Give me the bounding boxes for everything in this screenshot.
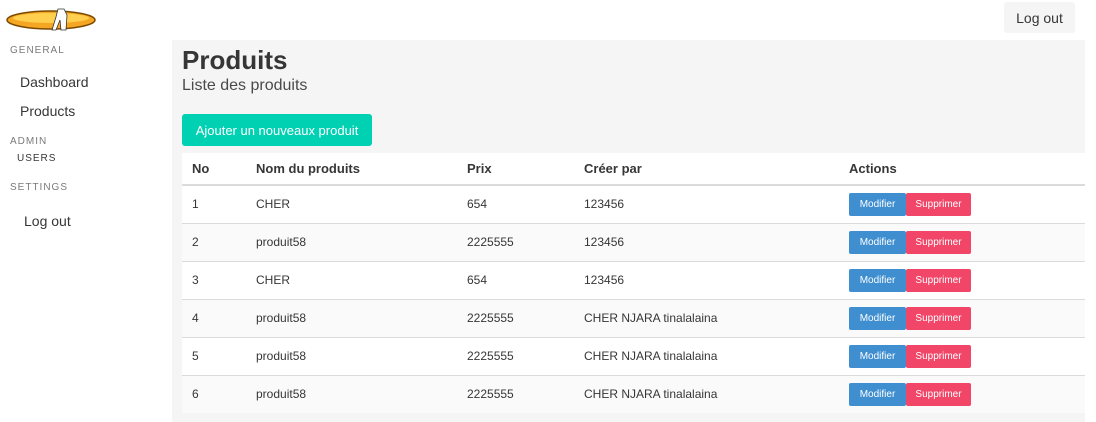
cell-price: 2225555: [457, 375, 574, 413]
delete-button[interactable]: Supprimer: [906, 344, 971, 368]
sidebar: General Dashboard Products Admin Users S…: [0, 40, 172, 422]
cell-no: 2: [182, 223, 246, 262]
menu-label-general: General: [10, 45, 65, 56]
cell-created-by: 123456: [574, 261, 839, 300]
cell-price: 2225555: [457, 337, 574, 376]
delete-button[interactable]: Supprimer: [906, 192, 971, 216]
cell-created-by: 123456: [574, 223, 839, 262]
edit-button[interactable]: Modifier: [849, 268, 906, 292]
table-row: 6 produit58 2225555 CHER NJARA tinalalai…: [182, 375, 1085, 413]
edit-button[interactable]: Modifier: [849, 192, 906, 216]
cell-name: produit58: [246, 223, 457, 262]
cell-price: 2225555: [457, 299, 574, 338]
sidebar-item-users[interactable]: Users: [17, 153, 56, 164]
cell-no: 6: [182, 375, 246, 413]
cell-created-by: CHER NJARA tinalalaina: [574, 337, 839, 376]
edit-button[interactable]: Modifier: [849, 382, 906, 406]
cell-actions: Modifier Supprimer: [839, 375, 1085, 413]
logout-button[interactable]: Log out: [1004, 2, 1075, 33]
cell-actions: Modifier Supprimer: [839, 261, 1085, 300]
delete-button[interactable]: Supprimer: [906, 306, 971, 330]
cell-no: 3: [182, 261, 246, 300]
cell-price: 2225555: [457, 223, 574, 262]
cell-name: produit58: [246, 337, 457, 376]
cell-name: CHER: [246, 185, 457, 224]
column-header-price[interactable]: Prix: [457, 153, 574, 186]
table-row: 3 CHER 654 123456 Modifier Supprimer: [182, 261, 1085, 300]
table-row: 4 produit58 2225555 CHER NJARA tinalalai…: [182, 299, 1085, 338]
cell-actions: Modifier Supprimer: [839, 223, 1085, 262]
cell-actions: Modifier Supprimer: [839, 337, 1085, 376]
column-header-created-by[interactable]: Créer par: [574, 153, 839, 186]
table-row: 2 produit58 2225555 123456 Modifier Suppr…: [182, 223, 1085, 262]
logo[interactable]: [6, 6, 97, 34]
column-header-no[interactable]: No: [182, 153, 246, 186]
cell-created-by: CHER NJARA tinalalaina: [574, 299, 839, 338]
delete-button[interactable]: Supprimer: [906, 268, 971, 292]
delete-button[interactable]: Supprimer: [906, 382, 971, 406]
table-header-row: No Nom du produits Prix Créer par Action…: [182, 153, 1085, 186]
top-navbar: Log out: [0, 0, 1096, 40]
page-title: Produits: [182, 45, 288, 75]
cell-actions: Modifier Supprimer: [839, 299, 1085, 338]
column-header-name[interactable]: Nom du produits: [246, 153, 457, 186]
edit-button[interactable]: Modifier: [849, 230, 906, 254]
delete-button[interactable]: Supprimer: [906, 230, 971, 254]
cell-created-by: CHER NJARA tinalalaina: [574, 375, 839, 413]
cell-actions: Modifier Supprimer: [839, 185, 1085, 224]
cell-no: 4: [182, 299, 246, 338]
cell-name: CHER: [246, 261, 457, 300]
sidebar-item-dashboard[interactable]: Dashboard: [20, 74, 89, 90]
cell-price: 654: [457, 185, 574, 224]
table-row: 1 CHER 654 123456 Modifier Supprimer: [182, 185, 1085, 224]
cell-no: 1: [182, 185, 246, 224]
sidebar-item-logout[interactable]: Log out: [24, 213, 71, 229]
main-content: Produits Liste des produits Ajouter un n…: [172, 40, 1085, 422]
cell-name: produit58: [246, 375, 457, 413]
edit-button[interactable]: Modifier: [849, 344, 906, 368]
page-subtitle: Liste des produits: [182, 77, 308, 94]
cell-name: produit58: [246, 299, 457, 338]
table-row: 5 produit58 2225555 CHER NJARA tinalalai…: [182, 337, 1085, 376]
cell-price: 654: [457, 261, 574, 300]
column-header-actions: Actions: [839, 153, 1085, 186]
cell-created-by: 123456: [574, 185, 839, 224]
cell-no: 5: [182, 337, 246, 376]
edit-button[interactable]: Modifier: [849, 306, 906, 330]
products-table: No Nom du produits Prix Créer par Action…: [182, 153, 1085, 413]
add-product-button[interactable]: Ajouter un nouveaux produit: [182, 114, 372, 146]
menu-label-admin: Admin: [10, 136, 48, 147]
sidebar-item-products[interactable]: Products: [20, 103, 75, 119]
menu-label-settings: Settings: [10, 182, 69, 193]
